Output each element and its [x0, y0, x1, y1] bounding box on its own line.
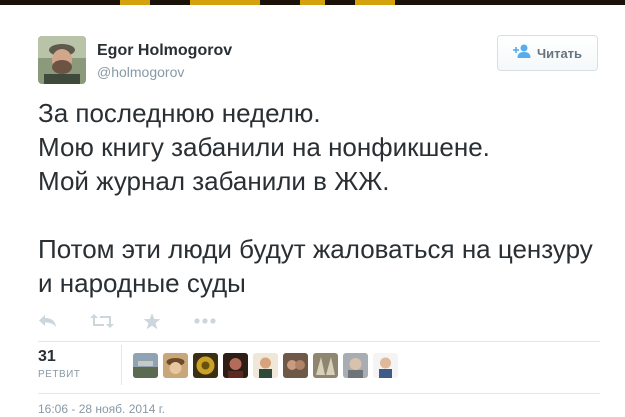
- retweeter-avatar[interactable]: [343, 353, 368, 378]
- retweeter-avatar[interactable]: [193, 353, 218, 378]
- follow-label: Читать: [536, 45, 583, 61]
- retweeter-avatar[interactable]: [133, 353, 158, 378]
- retweeter-avatar[interactable]: [253, 353, 278, 378]
- author-avatar[interactable]: [38, 36, 86, 84]
- tweet-text: За последнюю неделю. Мою книгу забанили …: [38, 98, 593, 298]
- stats-bottom-divider: [38, 393, 600, 394]
- author-handle[interactable]: @holmogorov: [97, 64, 184, 80]
- retweeter-avatar[interactable]: [163, 353, 188, 378]
- header-image-strip: [0, 0, 625, 5]
- retweet-count[interactable]: 31: [38, 348, 56, 366]
- retweeter-avatar[interactable]: [373, 353, 398, 378]
- retweeter-avatar[interactable]: [283, 353, 308, 378]
- retweet-icon[interactable]: [90, 309, 114, 333]
- retweet-label: РЕТВИТ: [38, 369, 81, 380]
- retweeter-avatar[interactable]: [313, 353, 338, 378]
- follow-button[interactable]: Читать: [497, 35, 598, 71]
- retweeter-avatar[interactable]: [223, 353, 248, 378]
- stats-top-divider: [38, 341, 600, 342]
- retweeters-list: [133, 353, 398, 379]
- favorite-icon[interactable]: [143, 309, 161, 333]
- author-name[interactable]: Egor Holmogorov: [97, 42, 232, 60]
- stats-separator: [121, 345, 122, 385]
- more-icon[interactable]: [194, 309, 216, 333]
- tweet-timestamp[interactable]: 16:06 - 28 нояб. 2014 г.: [38, 402, 165, 416]
- follow-user-icon: [512, 44, 531, 63]
- reply-icon[interactable]: [38, 309, 58, 333]
